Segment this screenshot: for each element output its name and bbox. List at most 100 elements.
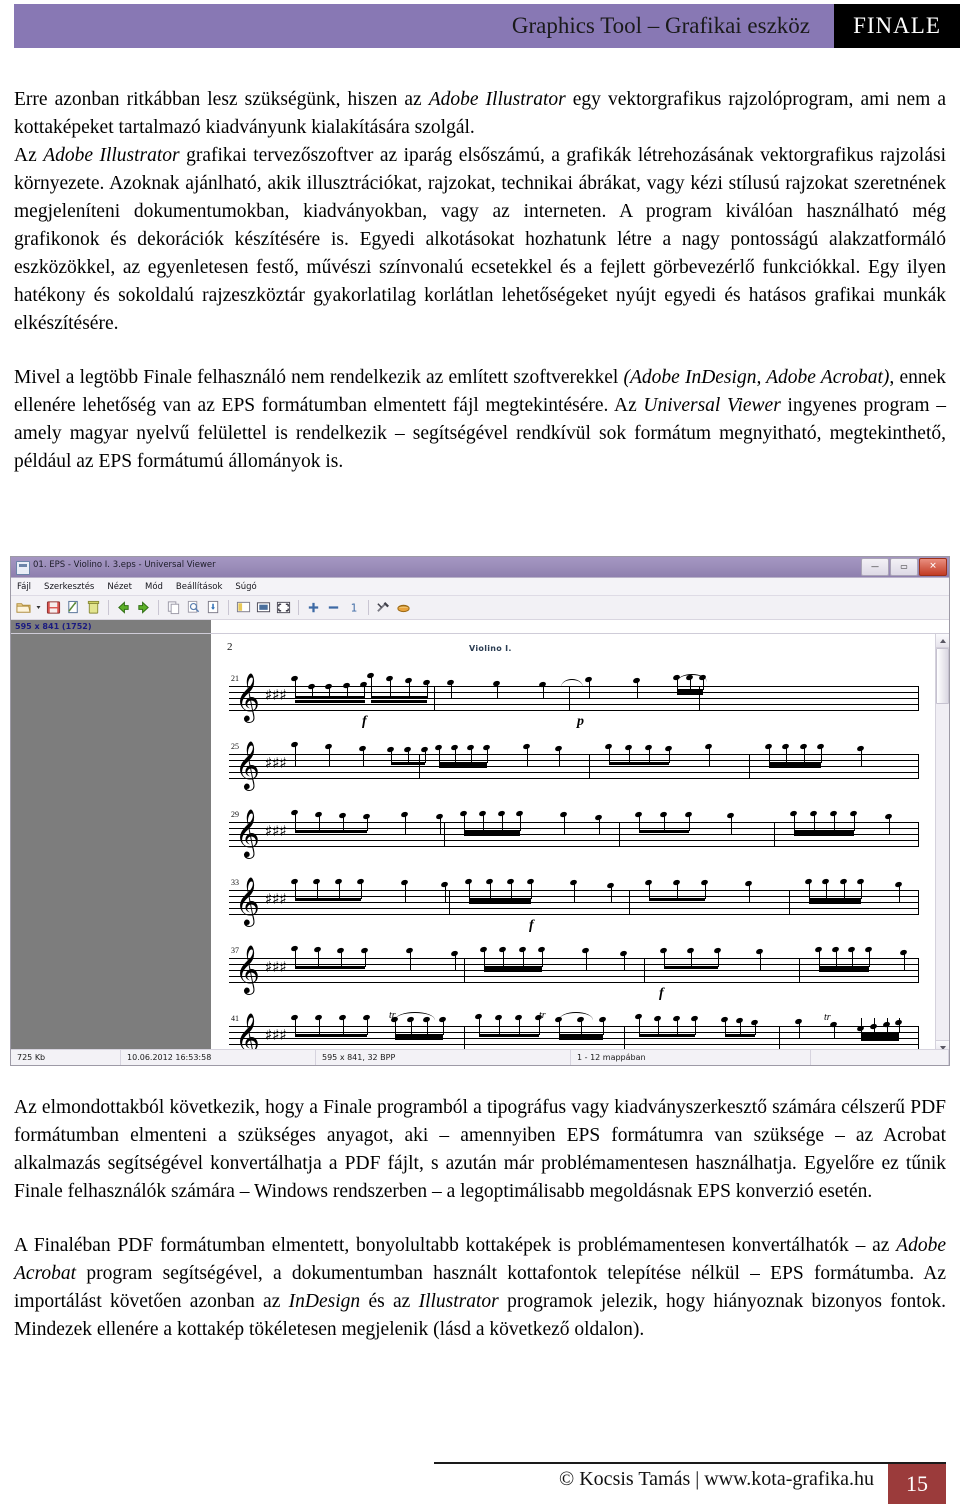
dynamic-piano: p bbox=[577, 714, 584, 729]
export-icon[interactable] bbox=[205, 599, 222, 616]
tools-icon[interactable] bbox=[375, 599, 392, 616]
key-signature: ♯♯♯ bbox=[265, 686, 287, 704]
viewer-menu-bar: Fájl Szerkesztés Nézet Mód Beállítások S… bbox=[11, 578, 949, 596]
toolbar-separator bbox=[228, 600, 229, 615]
fit-screen-icon[interactable] bbox=[275, 599, 292, 616]
treble-clef-icon: 𝄞 bbox=[235, 808, 260, 857]
viewer-toolbar: 1 bbox=[11, 596, 949, 620]
p3-italic-1: (Adobe InDesign, Adobe Acrobat) bbox=[623, 367, 890, 388]
image-size-label: 595 x 841 (1752) bbox=[11, 620, 211, 633]
chevron-down-icon[interactable] bbox=[35, 599, 42, 616]
status-filesize: 725 Kb bbox=[11, 1050, 121, 1065]
scroll-up-arrow-icon[interactable] bbox=[936, 634, 949, 648]
svg-text:1: 1 bbox=[351, 602, 358, 614]
page-title: Graphics Tool – Grafikai eszköz bbox=[511, 13, 810, 38]
p2-text-b: grafikai tervezőszoftver az iparág elsős… bbox=[14, 145, 946, 334]
treble-clef-icon: 𝄞 bbox=[235, 876, 260, 925]
p2-text-a: Az bbox=[14, 145, 44, 166]
next-green-arrow-icon[interactable] bbox=[135, 599, 152, 616]
menu-item-edit[interactable]: Szerkesztés bbox=[44, 582, 94, 592]
key-signature: ♯♯♯ bbox=[265, 1026, 287, 1044]
p1-italic-1: Adobe Illustrator bbox=[428, 89, 566, 110]
page-footer: © Kocsis Tamás | www.kota-grafika.hu 15 bbox=[434, 1462, 946, 1506]
zoom-in-icon[interactable] bbox=[305, 599, 322, 616]
paragraph-5: A Finaléban PDF formátumban elmentett, b… bbox=[14, 1232, 946, 1344]
close-icon: ✕ bbox=[929, 561, 937, 572]
toolbar-separator bbox=[298, 600, 299, 615]
maximize-button[interactable]: ▭ bbox=[890, 558, 918, 576]
save-icon[interactable] bbox=[45, 599, 62, 616]
minimize-icon: — bbox=[871, 562, 879, 571]
footer-page-number: 15 bbox=[888, 1464, 946, 1504]
viewer-canvas[interactable]: 2 Violino I. 21 𝄞 ♯♯♯ f p 25 𝄞 ♯♯♯ 29 𝄞 … bbox=[11, 633, 949, 1054]
eps-page-preview: 2 Violino I. 21 𝄞 ♯♯♯ f p 25 𝄞 ♯♯♯ 29 𝄞 … bbox=[211, 634, 938, 1054]
document-body-lower: Az elmondottakból következik, hogy a Fin… bbox=[14, 1094, 946, 1344]
treble-clef-icon: 𝄞 bbox=[235, 740, 260, 789]
zoom-out-icon[interactable] bbox=[325, 599, 342, 616]
treble-clef-icon: 𝄞 bbox=[235, 672, 260, 721]
viewer-title-bar[interactable]: 01. EPS - Violino I. 3.eps - Universal V… bbox=[11, 557, 949, 578]
dynamic-forte: f bbox=[659, 986, 664, 1001]
score-system-1: 21 𝄞 ♯♯♯ f p bbox=[229, 671, 919, 732]
panel-icon[interactable] bbox=[235, 599, 252, 616]
dynamic-forte: f bbox=[529, 918, 534, 933]
minimize-button[interactable]: — bbox=[861, 558, 889, 576]
document-body: Erre azonban ritkábban lesz szükségünk, … bbox=[14, 86, 946, 476]
viewer-window-title: 01. EPS - Violino I. 3.eps - Universal V… bbox=[33, 560, 216, 570]
menu-item-settings[interactable]: Beállítások bbox=[176, 582, 222, 592]
toolbar-separator bbox=[108, 600, 109, 615]
menu-item-mode[interactable]: Mód bbox=[145, 582, 163, 592]
delete-icon[interactable] bbox=[85, 599, 102, 616]
maximize-icon: ▭ bbox=[900, 562, 908, 571]
toolbar-separator bbox=[368, 600, 369, 615]
status-empty bbox=[811, 1050, 949, 1065]
key-signature: ♯♯♯ bbox=[265, 958, 287, 976]
p5-text-c: és az bbox=[360, 1291, 419, 1312]
p5-italic-2: InDesign bbox=[288, 1291, 361, 1312]
p3-text-a: Mivel a legtöbb Finale felhasználó nem r… bbox=[14, 367, 624, 388]
convert-icon[interactable] bbox=[65, 599, 82, 616]
footer-credit: © Kocsis Tamás | www.kota-grafika.hu bbox=[559, 1468, 874, 1490]
close-button[interactable]: ✕ bbox=[919, 558, 947, 576]
actual-size-icon[interactable]: 1 bbox=[345, 599, 362, 616]
p2-italic-1: Adobe Illustrator bbox=[43, 145, 180, 166]
canvas-left-gutter bbox=[11, 634, 211, 1054]
paragraph-1: Erre azonban ritkábban lesz szükségünk, … bbox=[14, 86, 946, 142]
p5-text-a: A Finaléban PDF formátumban elmentett, b… bbox=[14, 1235, 897, 1256]
paragraph-2: Az Adobe Illustrator grafikai tervezőszo… bbox=[14, 142, 946, 338]
vertical-scrollbar[interactable] bbox=[935, 634, 949, 1054]
scrollbar-thumb[interactable] bbox=[936, 648, 949, 704]
fullscreen-window-icon[interactable] bbox=[255, 599, 272, 616]
footer-divider bbox=[434, 1462, 946, 1464]
menu-item-help[interactable]: Súgó bbox=[235, 582, 256, 592]
score-system-3: 29 𝄞 ♯♯♯ bbox=[229, 808, 919, 868]
key-signature: ♯♯♯ bbox=[265, 890, 287, 908]
open-folder-icon[interactable] bbox=[15, 599, 32, 616]
status-datetime: 10.06.2012 16:53:58 bbox=[121, 1050, 316, 1065]
trill-marking: tr bbox=[824, 1012, 831, 1023]
viewer-info-bar: 595 x 841 (1752) bbox=[11, 620, 949, 633]
score-page-number: 2 bbox=[227, 641, 233, 653]
find-icon[interactable] bbox=[185, 599, 202, 616]
menu-item-file[interactable]: Fájl bbox=[17, 582, 31, 592]
copy-icon[interactable] bbox=[165, 599, 182, 616]
toolbar-separator bbox=[158, 600, 159, 615]
score-system-2: 25 𝄞 ♯♯♯ bbox=[229, 740, 919, 800]
previous-green-arrow-icon[interactable] bbox=[115, 599, 132, 616]
application-icon bbox=[16, 561, 30, 575]
score-part-name: Violino I. bbox=[469, 644, 512, 653]
menu-item-view[interactable]: Nézet bbox=[107, 582, 132, 592]
p3-italic-2: Universal Viewer bbox=[643, 395, 781, 416]
plugin-icon[interactable] bbox=[395, 599, 412, 616]
score-system-5: 37 𝄞 ♯♯♯ f bbox=[229, 944, 919, 1004]
header-color-bar: Graphics Tool – Grafikai eszköz bbox=[14, 4, 834, 48]
status-index: 1 - 12 mappában bbox=[571, 1050, 811, 1065]
music-score: 2 Violino I. 21 𝄞 ♯♯♯ f p 25 𝄞 ♯♯♯ 29 𝄞 … bbox=[211, 634, 938, 1054]
p5-italic-3: Illustrator bbox=[418, 1291, 499, 1312]
viewer-status-bar: 725 Kb 10.06.2012 16:53:58 595 x 841, 32… bbox=[11, 1049, 949, 1065]
key-signature: ♯♯♯ bbox=[265, 754, 287, 772]
p1-text-a: Erre azonban ritkábban lesz szükségünk, … bbox=[14, 89, 429, 110]
dynamic-forte: f bbox=[362, 714, 367, 729]
universal-viewer-window[interactable]: 01. EPS - Violino I. 3.eps - Universal V… bbox=[10, 556, 950, 1066]
key-signature: ♯♯♯ bbox=[265, 822, 287, 840]
